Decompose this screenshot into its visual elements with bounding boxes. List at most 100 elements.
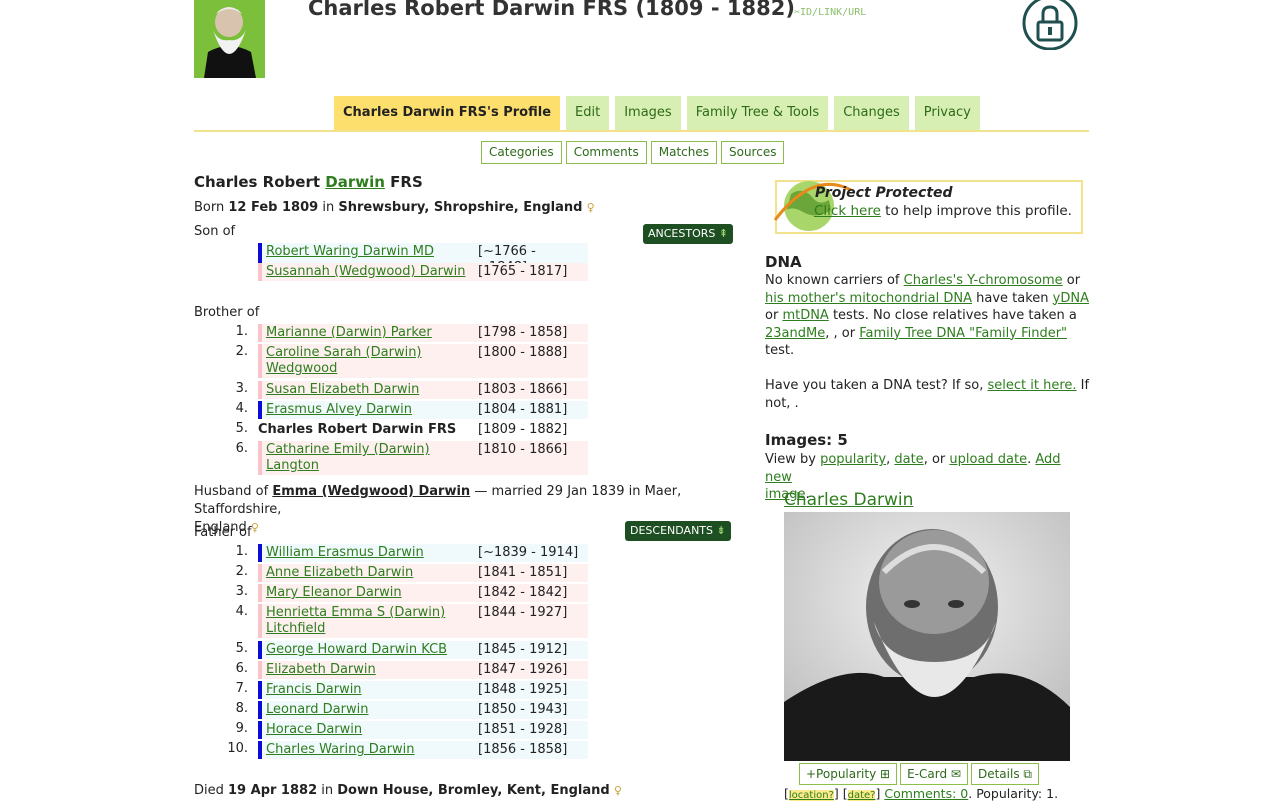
relative-row: 5. George Howard Darwin KCB [1845 - 1912] (226, 641, 588, 659)
relative-name-link[interactable]: Mary Eleanor Darwin (266, 584, 478, 602)
row-number: 10. (227, 741, 248, 756)
protected-rest: to help improve this profile. (880, 203, 1072, 219)
map-pin-icon[interactable]: ♀ (614, 784, 622, 797)
sort-popularity-link[interactable]: popularity (820, 452, 886, 467)
relative-name-link[interactable]: Susan Elizabeth Darwin (266, 381, 478, 399)
tab-family-tree[interactable]: Family Tree & Tools (686, 96, 829, 130)
comments-link[interactable]: Comments: 0 (884, 786, 968, 801)
subtab-comments[interactable]: Comments (565, 141, 647, 164)
tab-images[interactable]: Images (615, 96, 681, 130)
click-here-link[interactable]: Click here (814, 203, 881, 219)
popularity-label: +Popularity (806, 767, 877, 781)
relative-name-link[interactable]: Catharine Emily (Darwin) Langton (266, 441, 478, 475)
relative-dates: [1765 - 1817] (478, 264, 568, 279)
male-indicator (258, 701, 262, 719)
image-caption-link[interactable]: Charles Darwin (784, 490, 913, 510)
ecard-label: E-Card (907, 767, 948, 781)
self-name: Charles Robert Darwin FRS (258, 422, 457, 437)
lock-icon[interactable] (1021, 0, 1079, 51)
relative-dates: [1856 - 1858] (478, 742, 568, 757)
relative-entry: William Erasmus Darwin [~1839 - 1914] (258, 544, 588, 562)
ydna-link[interactable]: yDNA (1053, 291, 1089, 306)
relative-entry: Susannah (Wedgwood) Darwin [1765 - 1817] (258, 263, 588, 281)
tab-changes[interactable]: Changes (834, 96, 909, 130)
sep: , or (923, 452, 950, 467)
relative-dates: [1803 - 1866] (478, 382, 568, 397)
map-pin-icon[interactable]: ♀ (251, 521, 259, 534)
father-of-label: Father of (194, 525, 252, 540)
male-indicator (258, 741, 262, 759)
location-link[interactable]: location? (788, 790, 834, 801)
relative-entry: Caroline Sarah (Darwin) Wedgwood [1800 - … (258, 344, 588, 378)
relative-name-link[interactable]: Francis Darwin (266, 681, 478, 699)
darwin-portrait-image[interactable] (784, 512, 1070, 761)
relative-name-link[interactable]: Leonard Darwin (266, 701, 478, 719)
relative-dates: [1845 - 1912] (478, 642, 568, 657)
plus-icon: ⊞ (880, 767, 891, 781)
tab-edit[interactable]: Edit (566, 96, 610, 130)
spouse-link[interactable]: Emma (Wedgwood) Darwin (272, 484, 470, 499)
female-indicator (258, 564, 262, 582)
dna-t5: tests. No close relatives have taken a (828, 308, 1077, 323)
relative-entry: Horace Darwin [1851 - 1928] (258, 721, 588, 739)
relative-name-link[interactable]: Marianne (Darwin) Parker (266, 324, 478, 342)
relative-name-link[interactable]: Caroline Sarah (Darwin) Wedgwood (266, 344, 478, 378)
23andme-link[interactable]: 23andMe (765, 326, 825, 341)
tree-icon: ⇞ (718, 227, 729, 240)
select-dna-test-link[interactable]: select it here. (987, 378, 1076, 393)
relative-row: 3. Mary Eleanor Darwin [1842 - 1842] (226, 584, 588, 602)
relative-name-link[interactable]: Horace Darwin (266, 721, 478, 739)
row-number: 3. (235, 584, 248, 599)
tab-profile[interactable]: Charles Darwin FRS's Profile (334, 96, 561, 130)
project-protected-box: Project Protected Click here to help imp… (773, 180, 1083, 234)
ancestors-button[interactable]: ANCESTORS ⇞ (643, 224, 734, 244)
dna-text: No known carriers of Charles's Y-chromos… (765, 272, 1090, 412)
surname-link[interactable]: Darwin (325, 173, 385, 191)
subtab-matches[interactable]: Matches (650, 141, 717, 164)
profile-thumbnail[interactable] (194, 0, 265, 78)
relative-dates: [1798 - 1858] (478, 325, 568, 340)
relative-row: 10. Charles Waring Darwin [1856 - 1858] (226, 741, 588, 759)
sort-upload-date-link[interactable]: upload date (949, 452, 1027, 467)
ecard-button[interactable]: E-Card ✉ (900, 763, 968, 785)
relative-row: 8. Leonard Darwin [1850 - 1943] (226, 701, 588, 719)
relative-name-link[interactable]: Elizabeth Darwin (266, 661, 478, 679)
relative-name-link[interactable]: Susannah (Wedgwood) Darwin (266, 263, 478, 281)
protected-title: Project Protected (815, 185, 953, 201)
dna-t1: No known carriers of (765, 273, 904, 288)
relative-dates: [1848 - 1925] (478, 682, 568, 697)
relative-name-link[interactable]: Erasmus Alvey Darwin (266, 401, 478, 419)
map-pin-icon[interactable]: ♀ (587, 201, 595, 214)
relative-dates: [1800 - 1888] (478, 345, 568, 360)
relative-name-link[interactable]: Charles Waring Darwin (266, 741, 478, 759)
male-indicator (258, 544, 262, 562)
subtab-sources[interactable]: Sources (720, 141, 785, 164)
male-indicator (258, 641, 262, 659)
row-number: 1. (235, 324, 248, 339)
sort-date-link[interactable]: date (894, 452, 923, 467)
mtdna-mother-link[interactable]: his mother's mitochondrial DNA (765, 291, 972, 306)
tab-privacy[interactable]: Privacy (914, 96, 980, 130)
id-link-button[interactable]: ✂ID/LINK/URL (794, 7, 866, 18)
relative-name-link[interactable]: George Howard Darwin KCB (266, 641, 478, 659)
relative-entry: Elizabeth Darwin [1847 - 1926] (258, 661, 588, 679)
profile-name-heading: Charles Robert Darwin FRS (194, 173, 423, 191)
date-link[interactable]: date? (847, 790, 876, 801)
family-finder-link[interactable]: Family Tree DNA "Family Finder" (859, 326, 1067, 341)
descendants-button[interactable]: DESCENDANTS ⇟ (625, 521, 731, 541)
relative-name-link[interactable]: William Erasmus Darwin (266, 544, 478, 562)
relative-dates: [1810 - 1866] (478, 442, 568, 457)
relative-name-link[interactable]: Henrietta Emma S (Darwin) Litchfield (266, 604, 478, 638)
female-indicator (258, 381, 262, 399)
relative-entry: Anne Elizabeth Darwin [1841 - 1851] (258, 564, 588, 582)
female-indicator (258, 344, 262, 378)
popularity-button[interactable]: +Popularity ⊞ (799, 763, 898, 785)
mtdna-link[interactable]: mtDNA (782, 308, 828, 323)
row-number: 3. (235, 381, 248, 396)
relative-name-link[interactable]: Anne Elizabeth Darwin (266, 564, 478, 582)
subtab-categories[interactable]: Categories (481, 141, 562, 164)
relative-dates: [1851 - 1928] (478, 722, 568, 737)
birth-date: 12 Feb 1809 (228, 200, 319, 215)
details-button[interactable]: Details ⧉ (970, 763, 1039, 785)
y-chromosome-link[interactable]: Charles's Y-chromosome (904, 273, 1063, 288)
